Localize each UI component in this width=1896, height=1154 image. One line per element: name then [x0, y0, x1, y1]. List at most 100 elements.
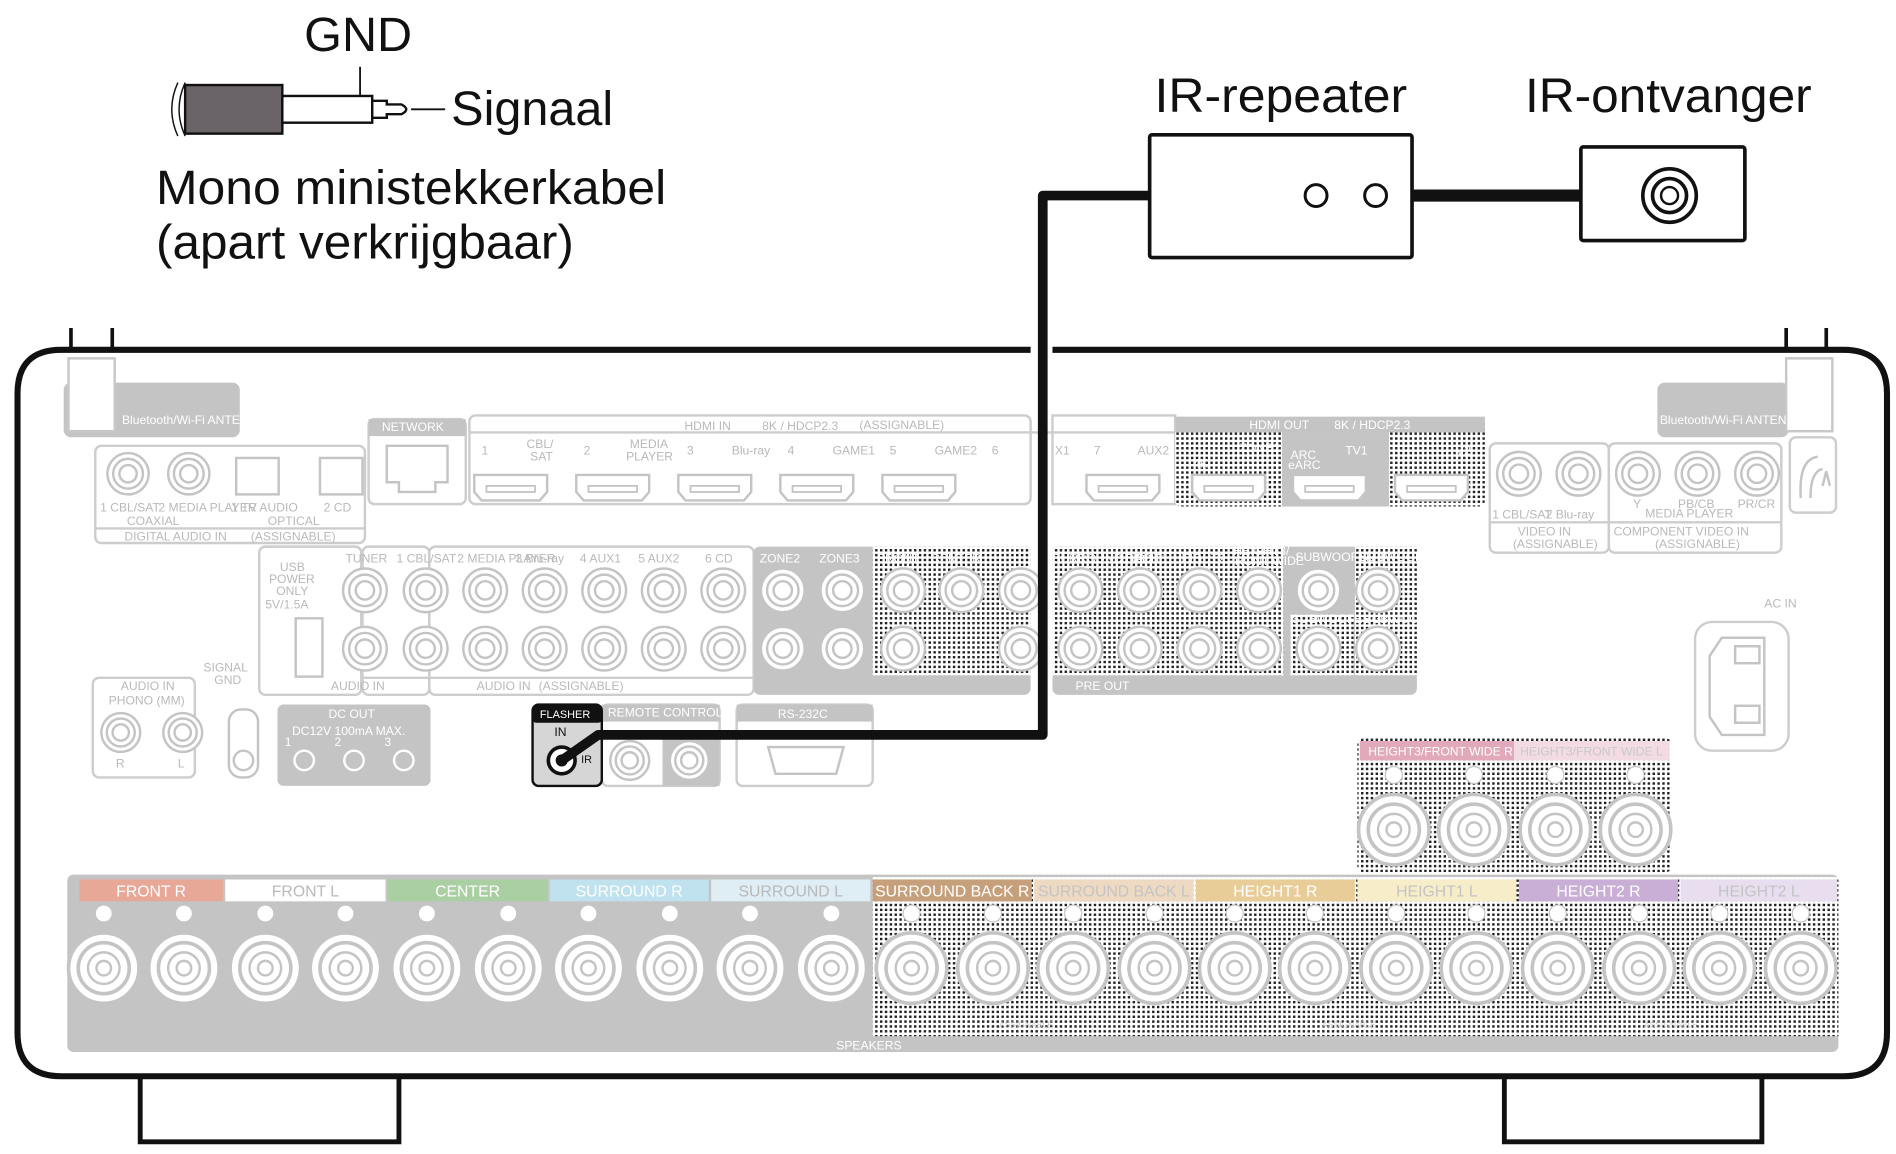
component-pr-label: PR/CR: [1738, 497, 1776, 511]
rca-jack: [1674, 450, 1721, 497]
optical-port-icon: [318, 456, 364, 496]
hdmi-in-label: Blu-ray: [732, 443, 771, 457]
dc-out-jack: [293, 749, 316, 772]
speaker-label-text: FRONT R: [116, 883, 186, 900]
rca-jack: [1057, 625, 1104, 672]
assignable-label: ASSIGNABLE: [999, 1020, 1053, 1030]
flasher-label: FLASHER: [540, 709, 590, 721]
component-assignable: (ASSIGNABLE): [1655, 537, 1740, 551]
speaker-label: CENTER: [388, 879, 548, 902]
hdmi-port-icon: [677, 473, 753, 502]
pre-out-frontwide-label: FRONT WIDE: [1227, 554, 1304, 568]
speakers-title: SPEAKERS: [836, 1039, 901, 1053]
rca-jack: [100, 711, 142, 754]
ac-in-label: AC IN: [1764, 596, 1796, 610]
speaker-label: HEIGHT1 L: [1357, 879, 1517, 902]
signal-label: Signaal: [451, 82, 613, 136]
rca-jack: [997, 567, 1044, 614]
rca-jack: [1495, 450, 1543, 497]
rca-jack: [879, 567, 927, 614]
phono-l: L: [178, 757, 185, 771]
hdmi-in-number: 7: [1094, 443, 1101, 457]
hdmi-in-number: 2: [584, 443, 591, 457]
rca-jack: [402, 567, 449, 614]
speaker-label: HEIGHT2 L: [1680, 879, 1838, 902]
assignable-label: ASSIGNABLE: [1322, 1020, 1376, 1030]
hdmi-in-label: AUX2: [1137, 443, 1169, 457]
height3-l-label: HEIGHT3/FRONT WIDE L: [1520, 745, 1663, 759]
foot-right: [1501, 1076, 1765, 1145]
zone3-label: ZONE3: [819, 551, 860, 565]
rca-jack: [640, 567, 687, 614]
audio-in-label: 5 AUX2: [638, 551, 679, 565]
network-label: NETWORK: [382, 420, 444, 434]
pre-out-height2-label: HEIGHT2: [1173, 551, 1226, 565]
rca-jack: [1176, 625, 1223, 672]
rca-jack: [819, 625, 866, 672]
hdmi-port-icon: [473, 473, 549, 502]
height3-r-label: HEIGHT3/FRONT WIDE R: [1368, 745, 1513, 759]
tuner-audio-in-label: AUDIO IN: [331, 679, 385, 693]
hdmi-out-spec: 8K / HDCP2.3: [1334, 418, 1410, 432]
hdmi-port-icon: [779, 473, 855, 502]
rca-jack: [759, 625, 806, 672]
usb-label: ONLY: [276, 584, 308, 598]
hdmi-in-number: 6: [992, 443, 999, 457]
rca-jack: [609, 739, 651, 782]
hdmi-port-icon: [1291, 473, 1368, 502]
rca-jack: [700, 625, 747, 672]
component-y-label: Y: [1633, 497, 1641, 511]
plug-sleeve: [281, 94, 374, 124]
video1-label: 1 CBL/SAT: [1492, 508, 1552, 522]
optical-port-icon: [234, 456, 280, 496]
rca-jack: [521, 625, 568, 672]
speaker-label-text: HEIGHT1 R: [1233, 883, 1317, 900]
pre-out-height1-label: HEIGHT1: [1116, 551, 1169, 565]
hdmi-zone2-label: ZONE2: [1240, 441, 1281, 455]
cable-title: Mono ministekkerkabel: [156, 161, 666, 215]
rca-jack: [166, 451, 211, 496]
mono-mini-plug-cable: GND Signaal Mono ministekkerkabel (apart…: [156, 8, 666, 270]
hdmi-in-label: X1: [1055, 443, 1070, 457]
hdmi-in-title: HDMI IN: [684, 419, 730, 433]
hdmi-port-icon: [575, 473, 651, 502]
rca-jack: [640, 625, 687, 672]
hdmi-in-label: SAT: [530, 449, 553, 463]
plug-tip: [370, 99, 408, 120]
dc-out-jack: [343, 749, 365, 772]
hdmi-4k-label: 4K: [1193, 457, 1208, 471]
zone2-label: ZONE2: [760, 551, 801, 565]
usb-port-icon: [294, 617, 324, 678]
rca-jack: [162, 711, 204, 754]
rca-jack: [462, 625, 509, 672]
gnd-label: GND: [304, 8, 412, 62]
digital-audio-title: DIGITAL AUDIO IN: [124, 530, 226, 544]
rca-jack: [819, 567, 866, 614]
speaker-label: HEIGHT1 R: [1195, 879, 1355, 902]
rca-jack: [1116, 567, 1164, 614]
speaker-label: SURROUND L: [711, 879, 871, 902]
dc-out-n: 2: [335, 735, 342, 749]
rca-jack: [997, 625, 1044, 672]
sub2-label: SUBWOOFER 2: [1360, 550, 1450, 564]
phono-sub: PHONO (MM): [109, 694, 185, 708]
ac-inlet-icon: [1708, 636, 1766, 737]
speaker-label-text: HEIGHT2 L: [1718, 883, 1800, 900]
opt1-label: 1 TV AUDIO: [231, 500, 297, 514]
cable-subtitle: (apart verkrijgbaar): [156, 216, 574, 270]
rca-jack: [879, 625, 927, 672]
dc-out-title: DC OUT: [328, 707, 375, 721]
rca-jack: [1235, 625, 1283, 672]
dc-out-n: 1: [285, 735, 292, 749]
rca-jack: [1555, 450, 1602, 497]
rca-jack: [1176, 567, 1223, 614]
rca-jack: [462, 567, 509, 614]
tv1-label: TV1: [1345, 443, 1367, 457]
audio-in-label: 6 CD: [705, 551, 733, 565]
assignable-label: (ASSIGNABLE): [251, 530, 336, 544]
tuner-label: TUNER: [345, 551, 387, 565]
rca-jack: [1354, 567, 1402, 614]
speaker-label-text: HEIGHT1 L: [1396, 883, 1478, 900]
coaxial-label: COAXIAL: [127, 514, 180, 528]
rca-jack: [521, 567, 568, 614]
